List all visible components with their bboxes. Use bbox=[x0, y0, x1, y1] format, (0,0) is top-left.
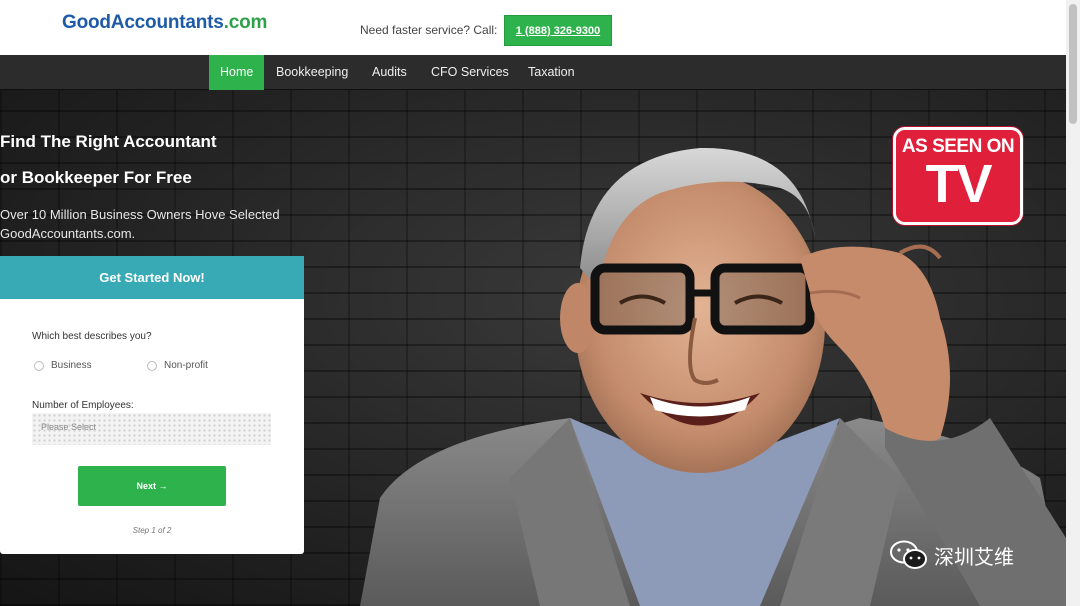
wechat-watermark: 深圳艾维 bbox=[890, 540, 1014, 570]
hero-headline-line2: or Bookkeeper For Free bbox=[0, 168, 192, 187]
service-text: Need faster service? Call: bbox=[360, 23, 498, 37]
nav-cfo-services[interactable]: CFO Services bbox=[420, 55, 520, 90]
scrollbar-thumb[interactable] bbox=[1069, 4, 1077, 124]
wechat-icon bbox=[890, 540, 927, 569]
site-header: GoodAccountants.com Need faster service?… bbox=[0, 0, 1080, 55]
logo-tld: .com bbox=[223, 12, 268, 33]
radio-non-profit[interactable]: Non-profit bbox=[147, 360, 208, 371]
radio-business[interactable]: Business bbox=[34, 360, 92, 371]
logo-name: GoodAccountants bbox=[62, 12, 224, 33]
step-indicator: Step 1 of 2 bbox=[132, 526, 172, 535]
hero-headline-line1: Find The Right Accountant bbox=[0, 132, 217, 151]
nav-audits[interactable]: Audits bbox=[361, 55, 418, 90]
radio-circle-icon[interactable] bbox=[147, 360, 157, 371]
watermark-text: 深圳艾维 bbox=[934, 546, 1014, 569]
badge-big-text: TV bbox=[925, 154, 992, 214]
site-logo[interactable]: GoodAccountants.com bbox=[62, 12, 267, 34]
radio-non-profit-label: Non-profit bbox=[164, 360, 208, 371]
page-scrollbar[interactable] bbox=[1066, 0, 1080, 606]
lead-form-card: Get Started Now! Which best describes yo… bbox=[0, 256, 304, 554]
nav-home[interactable]: Home bbox=[209, 55, 265, 90]
nav-bookkeeping[interactable]: Bookkeeping bbox=[265, 55, 359, 90]
radio-circle-icon[interactable] bbox=[34, 360, 44, 371]
main-nav: Home Bookkeeping Audits CFO Services Tax… bbox=[0, 55, 1080, 90]
question-label: Which best describes you? bbox=[32, 331, 152, 342]
radio-business-label: Business bbox=[51, 360, 92, 371]
phone-button[interactable]: 1 (888) 326-9300 bbox=[504, 15, 612, 46]
hero-subline: Over 10 Million Business Owners Hove Sel… bbox=[0, 207, 280, 241]
as-seen-on-tv-badge: AS SEEN ON TV bbox=[893, 127, 1023, 225]
hero-section: Find The Right Accountant or Bookkeeper … bbox=[0, 90, 1066, 606]
nav-taxation[interactable]: Taxation bbox=[517, 55, 586, 90]
form-title: Get Started Now! bbox=[0, 256, 304, 299]
employees-label: Number of Employees: bbox=[32, 400, 134, 411]
next-button[interactable]: Next → bbox=[78, 466, 226, 506]
employees-select[interactable]: Please Select bbox=[32, 413, 271, 445]
